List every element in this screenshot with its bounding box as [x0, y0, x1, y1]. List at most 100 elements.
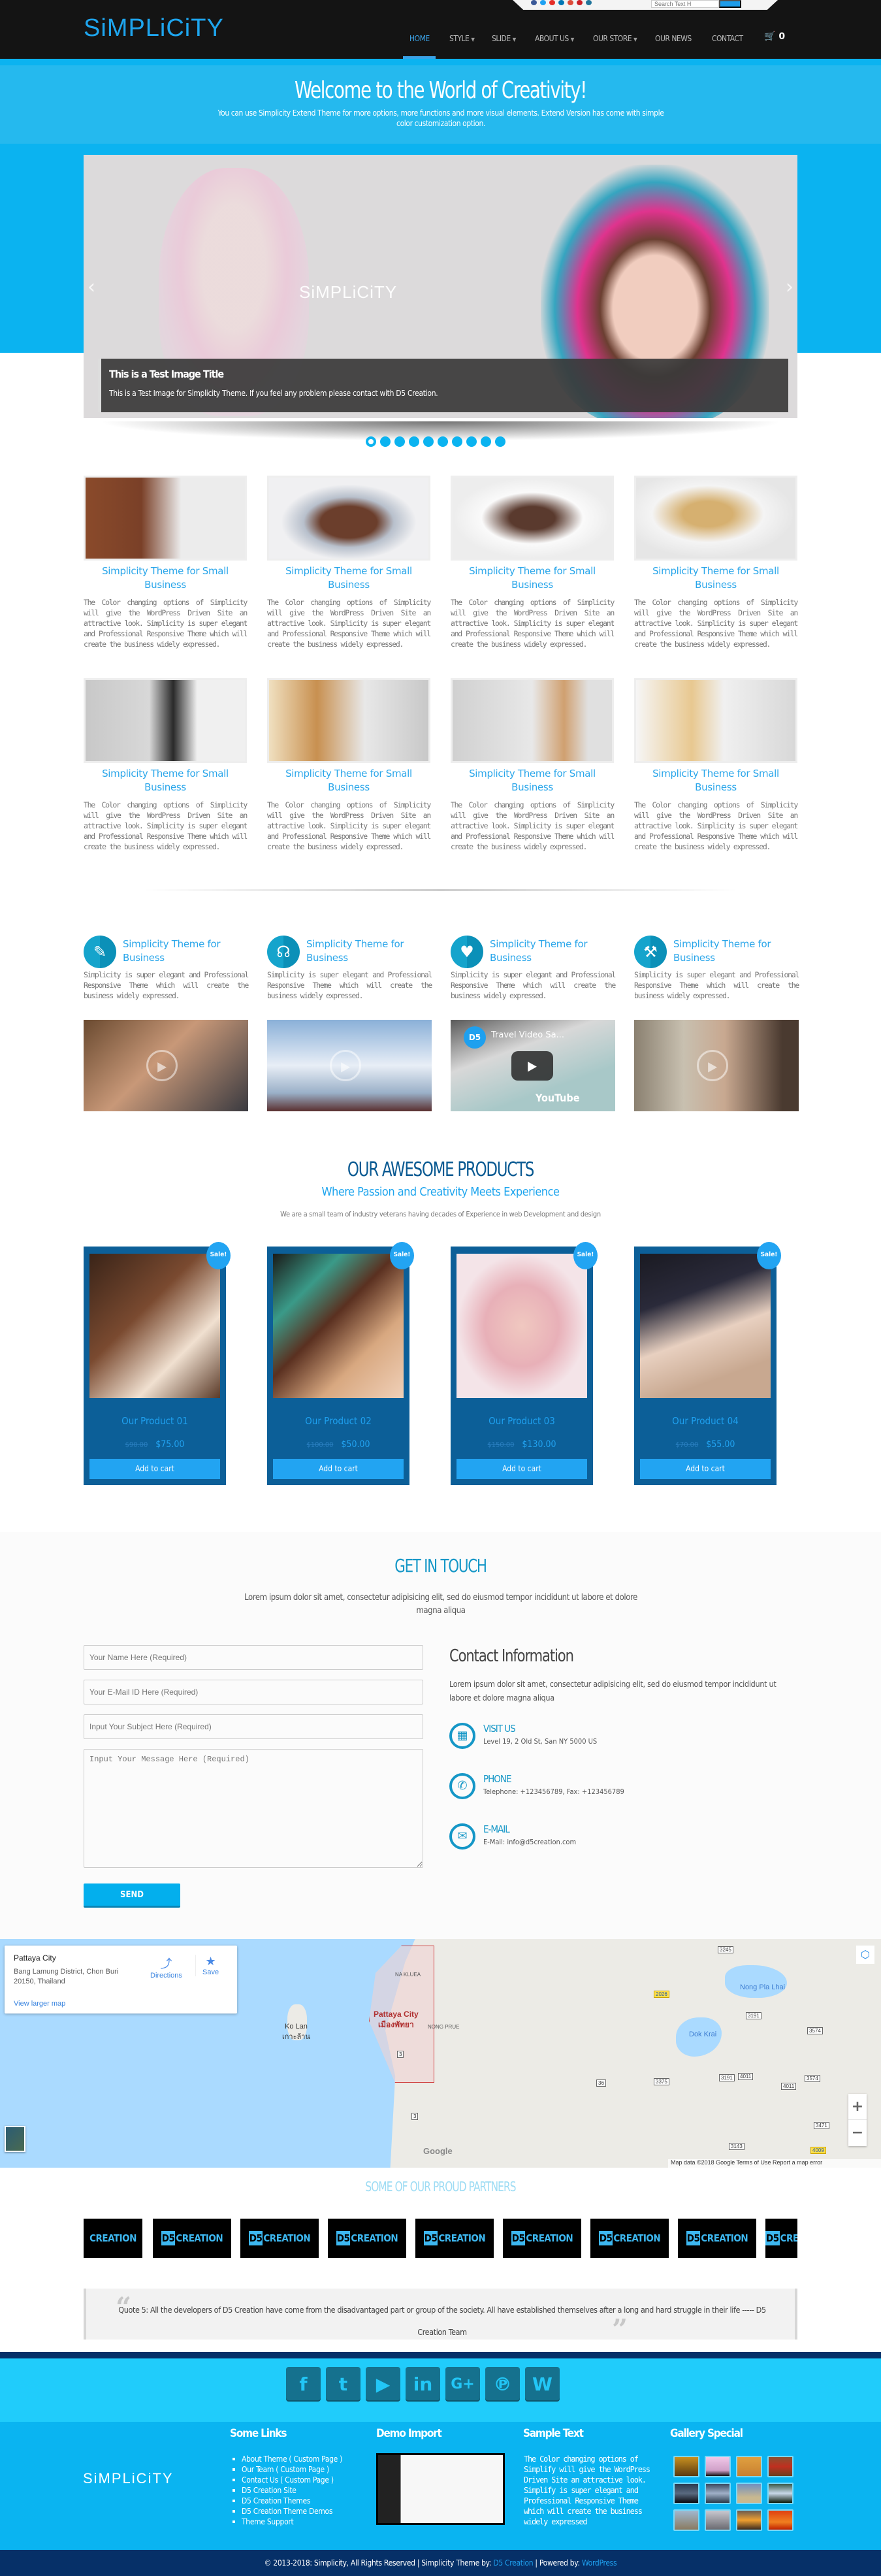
product-name[interactable]: Our Product 02	[267, 1415, 409, 1427]
add-to-cart-button[interactable]: Add to cart	[89, 1459, 220, 1479]
site-logo[interactable]: SiMPLiCiTY	[84, 14, 224, 42]
service-title[interactable]: Simplicity Theme for Business	[306, 937, 432, 965]
slider-dot[interactable]	[366, 436, 376, 447]
wordpress-icon[interactable]: W	[525, 2367, 560, 2402]
view-larger-map-link[interactable]: View larger map	[14, 2000, 65, 2008]
footer-link[interactable]: About Theme ( Custom Page )	[231, 2454, 342, 2464]
search-input[interactable]	[651, 0, 719, 8]
partner-logo[interactable]: CREATION	[84, 2219, 142, 2258]
slider-dot[interactable]	[452, 436, 462, 447]
map-attribution[interactable]: Map data ©2018 Google Terms of Use Repor…	[668, 2159, 881, 2168]
send-button[interactable]: SEND	[84, 1883, 180, 1908]
street-view-pegman-icon[interactable]: ⬡	[856, 1946, 874, 1964]
feature-title[interactable]: Simplicity Theme for Small Business	[84, 564, 247, 592]
slider-dot[interactable]	[380, 436, 391, 447]
youtube-video-title[interactable]: Travel Video Sa...	[491, 1030, 564, 1040]
wordpress-icon[interactable]	[586, 0, 592, 5]
product-name[interactable]: Our Product 03	[451, 1415, 593, 1427]
slider-dot[interactable]	[481, 436, 491, 447]
partner-logo[interactable]: D5CREATION	[240, 2219, 319, 2258]
youtube-play-button[interactable]: ▶	[511, 1051, 553, 1081]
video-thumbnail[interactable]: ▶	[84, 1020, 248, 1111]
feature-image[interactable]	[451, 476, 614, 561]
gallery-thumb[interactable]	[767, 2509, 793, 2531]
product-image[interactable]	[640, 1254, 771, 1398]
service-title[interactable]: Simplicity Theme for Business	[673, 937, 799, 965]
gallery-thumb[interactable]	[705, 2509, 731, 2531]
product-image[interactable]	[457, 1254, 587, 1398]
facebook-icon[interactable]	[531, 0, 537, 5]
feature-image[interactable]	[267, 476, 430, 561]
footer-link[interactable]: Contact Us ( Custom Page )	[231, 2475, 342, 2485]
wordpress-link[interactable]: WordPress	[582, 2558, 617, 2568]
twitter-icon[interactable]	[540, 0, 546, 5]
gallery-thumb[interactable]	[673, 2483, 699, 2504]
gallery-thumb[interactable]	[705, 2456, 731, 2477]
twitter-icon[interactable]: t	[326, 2367, 360, 2402]
google-map[interactable]: Ko Lan เกาะล้าน Pattaya City เมืองพัทยา NA…	[0, 1939, 881, 2168]
gallery-thumb[interactable]	[736, 2509, 762, 2531]
nav-slide[interactable]: SLIDE ▼	[492, 34, 516, 43]
add-to-cart-button[interactable]: Add to cart	[457, 1459, 587, 1479]
demo-import-screenshot[interactable]	[376, 2453, 505, 2525]
play-icon[interactable]: ▶	[146, 1050, 178, 1081]
feature-image[interactable]	[451, 678, 614, 763]
feature-title[interactable]: Simplicity Theme for Small Business	[451, 564, 614, 592]
footer-link[interactable]: D5 Creation Site	[231, 2485, 342, 2496]
service-title[interactable]: Simplicity Theme for Business	[490, 937, 615, 965]
product-image[interactable]	[89, 1254, 220, 1398]
video-thumbnail[interactable]: ▶	[267, 1020, 432, 1111]
nav-about-us[interactable]: ABOUT US ▼	[535, 34, 574, 43]
footer-link[interactable]: Theme Support	[231, 2517, 342, 2527]
gallery-thumb[interactable]	[673, 2456, 699, 2477]
feature-title[interactable]: Simplicity Theme for Small Business	[634, 564, 797, 592]
partner-logo[interactable]: D5CREATION	[590, 2219, 669, 2258]
play-icon[interactable]: ▶	[330, 1050, 361, 1081]
name-field[interactable]	[84, 1645, 423, 1670]
nav-our-news[interactable]: OUR NEWS	[655, 34, 692, 43]
google-plus-icon[interactable]	[568, 0, 573, 5]
google-plus-icon[interactable]: G+	[445, 2367, 480, 2402]
partner-logo[interactable]: D5CREATION	[328, 2219, 406, 2258]
email-field[interactable]	[84, 1680, 423, 1704]
nav-style[interactable]: STYLE ▼	[449, 34, 475, 43]
pinterest-icon[interactable]: ℗	[485, 2367, 520, 2402]
youtube-embed[interactable]: D5 Travel Video Sa... ▶ YouTube	[451, 1020, 615, 1111]
linkedin-icon[interactable]: in	[406, 2367, 440, 2402]
gallery-thumb[interactable]	[673, 2509, 699, 2531]
gallery-thumb[interactable]	[705, 2483, 731, 2504]
directions-button[interactable]: ⤴ Directions	[150, 1955, 182, 1980]
video-thumbnail[interactable]: ▶	[634, 1020, 799, 1111]
feature-title[interactable]: Simplicity Theme for Small Business	[451, 767, 614, 794]
slider-dot[interactable]	[394, 436, 405, 447]
feature-image[interactable]	[634, 678, 797, 763]
footer-link[interactable]: D5 Creation Themes	[231, 2496, 342, 2506]
footer-link[interactable]: D5 Creation Theme Demos	[231, 2506, 342, 2517]
nav-contact[interactable]: CONTACT	[712, 34, 743, 43]
add-to-cart-button[interactable]: Add to cart	[640, 1459, 771, 1479]
gallery-thumb[interactable]	[767, 2483, 793, 2504]
cart-button[interactable]: 🛒 0	[764, 31, 785, 42]
image-slider[interactable]: SiMPLiCiTY ‹ › This is a Test Image Titl…	[84, 155, 797, 418]
feature-title[interactable]: Simplicity Theme for Small Business	[267, 767, 430, 794]
youtube-logo[interactable]: YouTube	[536, 1092, 579, 1104]
feature-image[interactable]	[634, 476, 797, 561]
slider-dot[interactable]	[495, 436, 505, 447]
nav-our-store[interactable]: OUR STORE ▼	[593, 34, 637, 43]
save-button[interactable]: ★ Save	[195, 1955, 219, 1976]
feature-title[interactable]: Simplicity Theme for Small Business	[84, 767, 247, 794]
feature-image[interactable]	[84, 476, 247, 561]
slider-prev-arrow[interactable]: ‹	[88, 276, 95, 299]
product-name[interactable]: Our Product 04	[634, 1415, 777, 1427]
d5-creation-link[interactable]: D5 Creation	[493, 2558, 533, 2568]
partner-logo[interactable]: D5CREATION	[415, 2219, 494, 2258]
pinterest-icon[interactable]	[577, 0, 583, 5]
partner-logo[interactable]: D5CREATION	[765, 2219, 797, 2258]
youtube-icon[interactable]: ▶	[366, 2367, 400, 2402]
slider-dot[interactable]	[438, 436, 448, 447]
footer-logo[interactable]: SiMPLiCiTY	[83, 2470, 174, 2487]
footer-link[interactable]: Our Team ( Custom Page )	[231, 2464, 342, 2475]
gallery-thumb[interactable]	[736, 2456, 762, 2477]
product-image[interactable]	[273, 1254, 404, 1398]
slider-dot[interactable]	[423, 436, 434, 447]
